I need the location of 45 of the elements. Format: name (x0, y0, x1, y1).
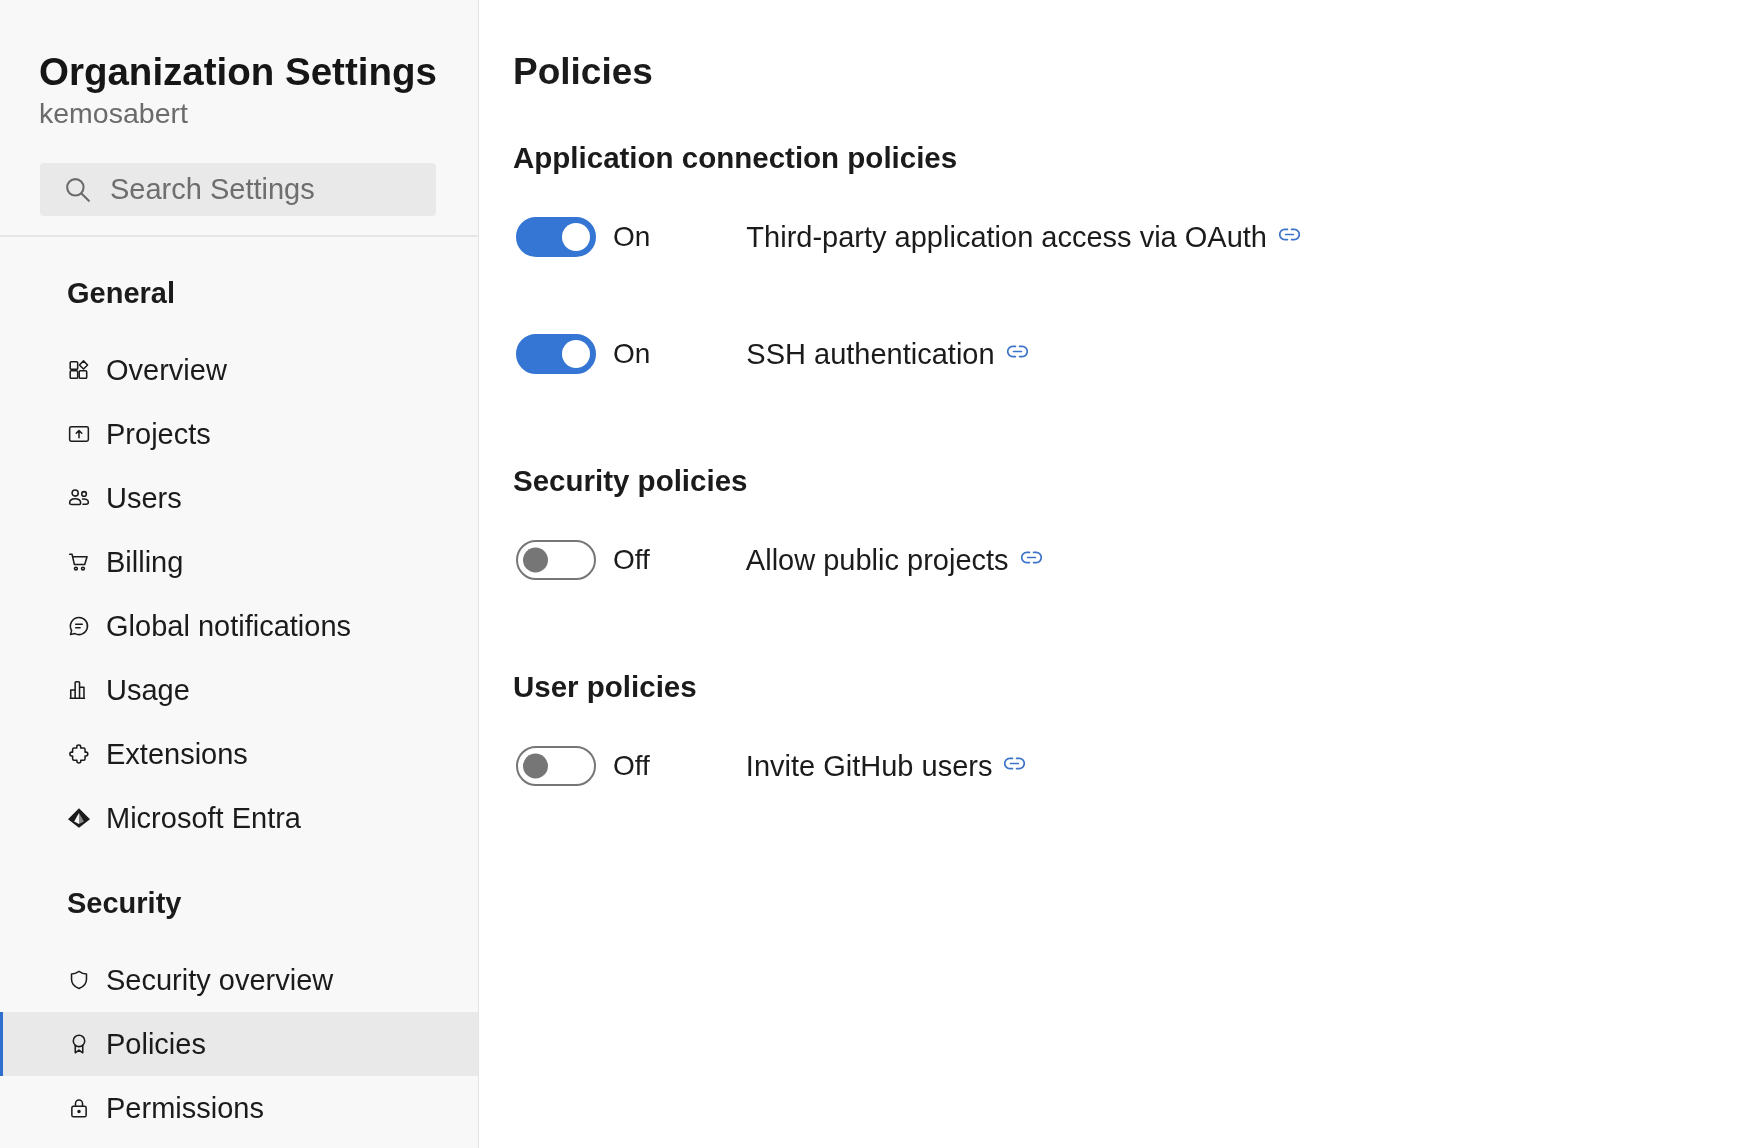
link-icon[interactable] (1006, 344, 1028, 358)
shield-icon (68, 969, 90, 991)
link-icon[interactable] (1004, 756, 1026, 770)
link-icon[interactable] (1020, 550, 1042, 564)
policy-label: Invite GitHub users (745, 749, 993, 783)
toggle-switch[interactable] (516, 217, 596, 257)
sidebar-item[interactable]: Overview (0, 338, 478, 402)
toggle-switch[interactable] (516, 540, 596, 580)
upload-icon (68, 423, 90, 445)
lock-icon (68, 1097, 90, 1119)
sidebar-item[interactable]: Billing (0, 530, 478, 594)
grid-icon (68, 359, 90, 381)
toggle-state-label: Off (613, 749, 650, 783)
puzzle-icon (68, 743, 90, 765)
sidebar-title: Organization Settings (39, 50, 437, 94)
group-heading: Security policies (513, 464, 748, 498)
section-heading: Security (67, 886, 182, 921)
cart-icon (68, 551, 90, 573)
diamond-logo-icon (68, 807, 90, 829)
page-title: Policies (513, 50, 653, 94)
search-field[interactable]: Search Settings (40, 163, 436, 216)
toggle-state-label: Off (613, 543, 650, 577)
search-icon (66, 177, 90, 202)
sidebar-item[interactable]: Users (0, 466, 478, 530)
section-heading: General (67, 276, 175, 311)
toggle-switch[interactable] (516, 746, 596, 786)
policy-label: Third-party application access via OAuth (746, 220, 1267, 254)
sidebar-item[interactable]: Security overview (0, 948, 478, 1012)
toggle-state-label: On (613, 220, 651, 254)
sidebar-item[interactable]: Policies (0, 1012, 478, 1076)
organization-name: kemosabert (39, 97, 188, 129)
group-heading: User policies (513, 670, 697, 704)
sidebar-item[interactable]: Extensions (0, 722, 478, 786)
policy-label: SSH authentication (746, 337, 995, 371)
toggle-switch[interactable] (516, 334, 596, 374)
group-heading: Application connection policies (513, 141, 958, 175)
sidebar-item[interactable]: Projects (0, 402, 478, 466)
link-icon[interactable] (1279, 227, 1300, 241)
sidebar-item[interactable]: Permissions (0, 1076, 478, 1140)
sidebar-item[interactable]: Global notifications (0, 594, 478, 658)
sidebar-item[interactable]: Microsoft Entra (0, 786, 478, 850)
toggle-state-label: On (613, 337, 651, 371)
policy-label: Allow public projects (745, 543, 1009, 577)
chat-icon (68, 615, 90, 637)
sidebar-item[interactable]: Usage (0, 658, 478, 722)
